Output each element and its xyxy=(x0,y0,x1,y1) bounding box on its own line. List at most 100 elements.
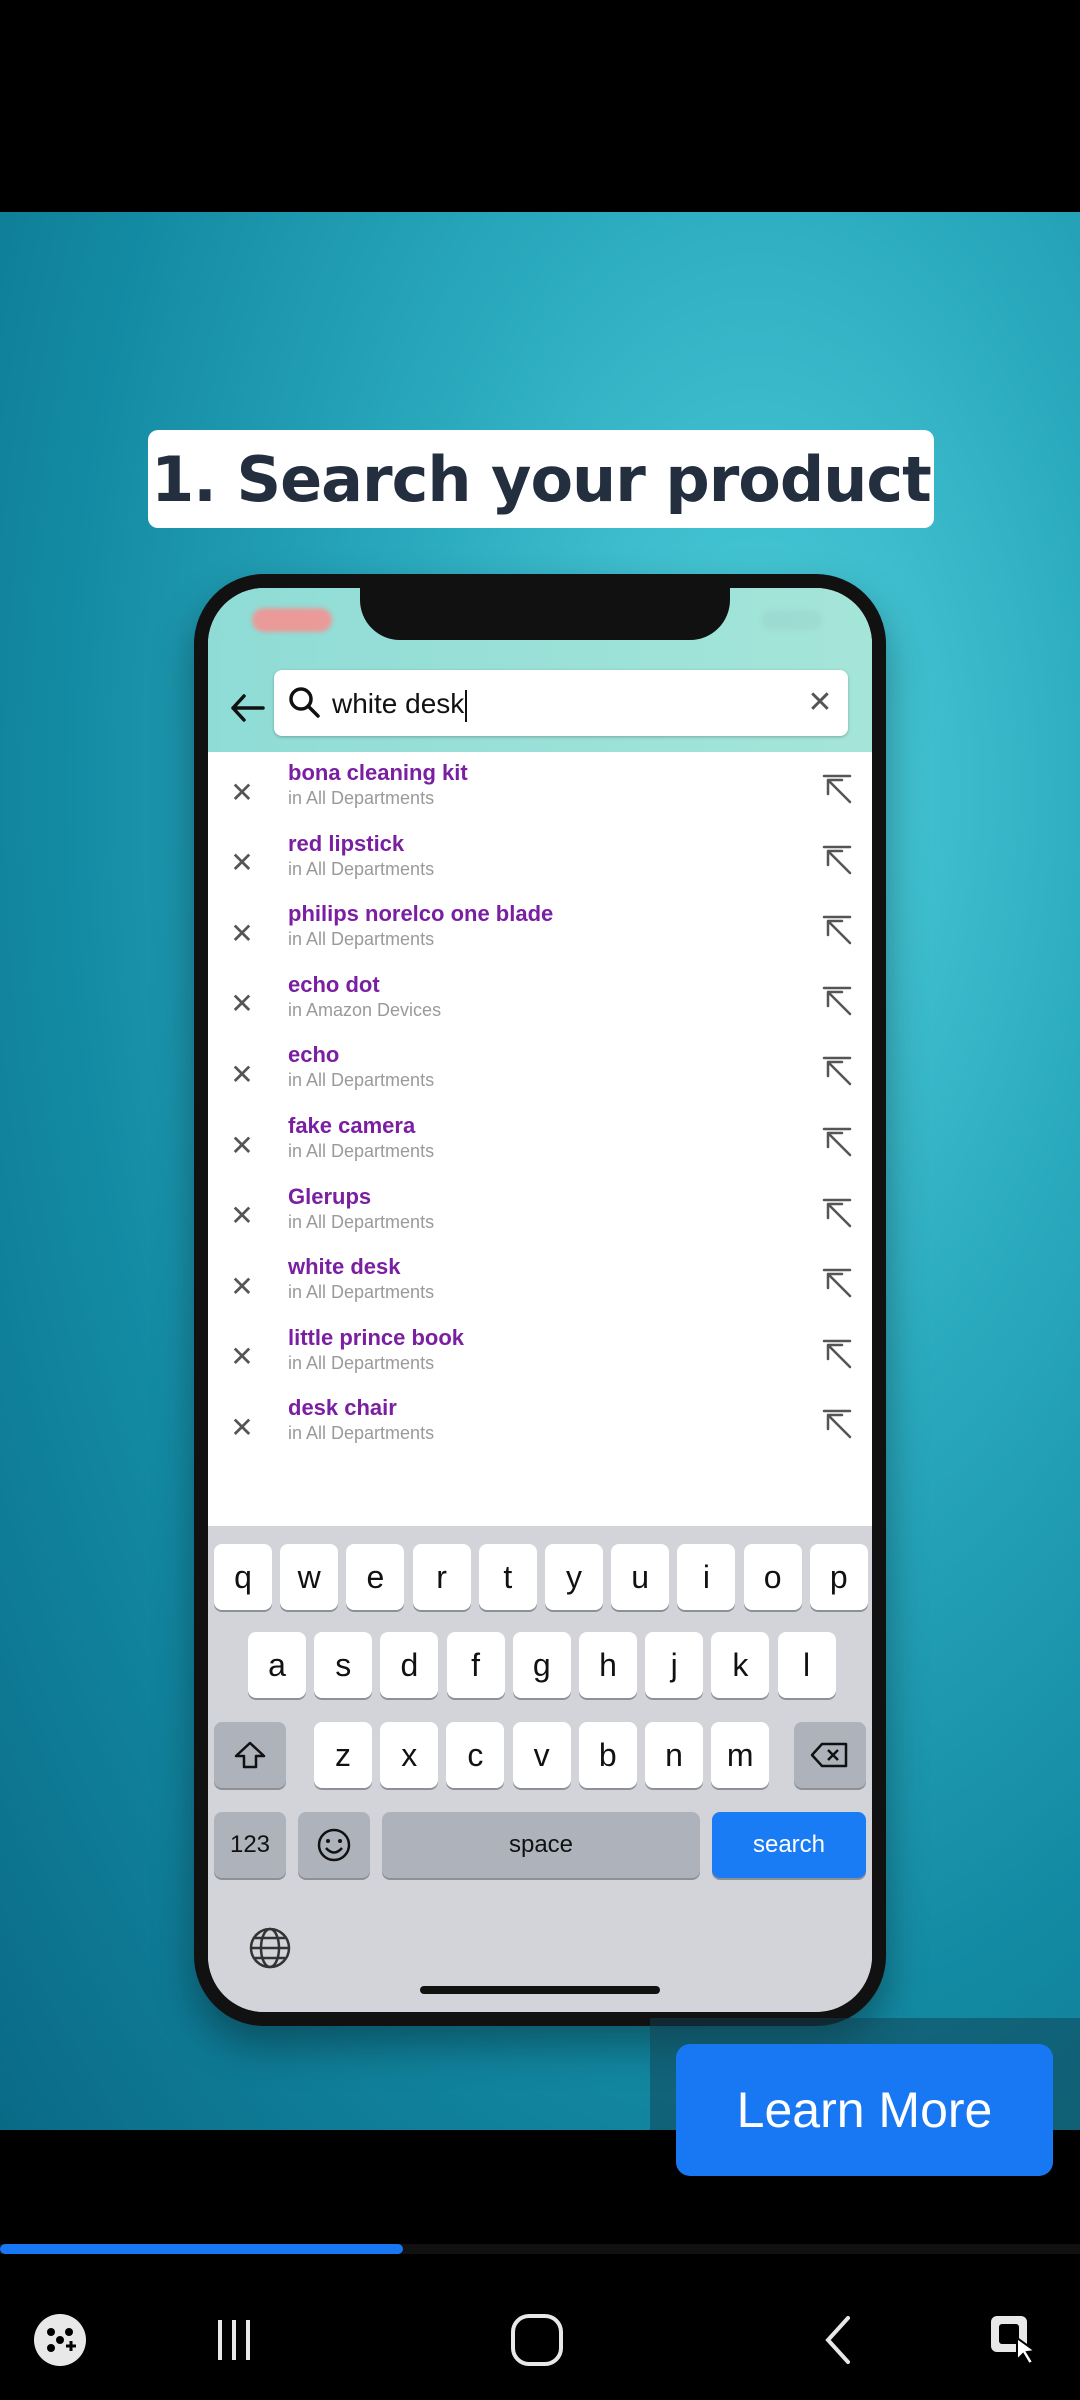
phone-screen: white desk ✕ ✕ bona cleaning kit in All De… xyxy=(208,588,872,2012)
key-t[interactable]: t xyxy=(478,1544,537,1610)
remove-suggestion-icon[interactable]: ✕ xyxy=(222,1054,262,1094)
suggestion-department: in All Departments xyxy=(288,1423,435,1444)
suggestion-title: echo dot xyxy=(288,971,380,997)
key-x[interactable]: x xyxy=(380,1722,439,1788)
key-w[interactable]: w xyxy=(280,1544,339,1610)
globe-icon[interactable] xyxy=(246,1924,294,1972)
remove-suggestion-icon[interactable]: ✕ xyxy=(222,843,262,883)
suggestion-item[interactable]: ✕ Glerups in All Departments xyxy=(208,1184,872,1254)
video-progress-bar[interactable] xyxy=(0,2244,1080,2254)
key-o[interactable]: o xyxy=(743,1544,802,1610)
key-f[interactable]: f xyxy=(446,1632,505,1698)
key-i[interactable]: i xyxy=(677,1544,736,1610)
suggestion-title: desk chair xyxy=(288,1395,397,1421)
shift-key[interactable] xyxy=(214,1722,286,1788)
key-n[interactable]: n xyxy=(645,1722,703,1788)
numbers-key[interactable]: 123 xyxy=(214,1812,286,1878)
key-c[interactable]: c xyxy=(446,1722,505,1788)
phone-mockup: white desk ✕ ✕ bona cleaning kit in All De… xyxy=(194,574,886,2026)
fill-query-arrow-icon[interactable] xyxy=(820,913,856,949)
key-j[interactable]: j xyxy=(645,1632,704,1698)
remove-suggestion-icon[interactable]: ✕ xyxy=(222,913,262,953)
remove-suggestion-icon[interactable]: ✕ xyxy=(222,772,262,812)
clear-icon[interactable]: ✕ xyxy=(802,684,838,720)
space-key[interactable]: space xyxy=(382,1812,700,1878)
fill-query-arrow-icon[interactable] xyxy=(820,843,856,879)
search-query: white desk xyxy=(332,688,468,722)
remove-suggestion-icon[interactable]: ✕ xyxy=(222,984,262,1024)
back-arrow-icon[interactable] xyxy=(220,680,276,736)
suggestion-title: fake camera xyxy=(288,1113,416,1138)
suggestion-department: in Amazon Devices xyxy=(288,999,442,1020)
key-b[interactable]: b xyxy=(578,1722,637,1788)
suggestion-item[interactable]: ✕ philips norelco one blade in All Departm… xyxy=(208,901,872,971)
fill-query-arrow-icon[interactable] xyxy=(820,1266,856,1302)
search-icon xyxy=(289,687,320,718)
key-d[interactable]: d xyxy=(380,1632,439,1698)
headline-box: 1. Search your product xyxy=(148,430,934,528)
key-p[interactable]: p xyxy=(809,1544,868,1610)
suggestion-item[interactable]: ✕ echo dot in Amazon Devices xyxy=(208,972,872,1042)
key-g[interactable]: g xyxy=(512,1632,571,1698)
ad-video-frame: 1. Search your product white desk ✕ ✕ bon… xyxy=(0,212,1080,2130)
backspace-icon xyxy=(810,1742,848,1768)
fill-query-arrow-icon[interactable] xyxy=(820,1125,856,1161)
fill-query-arrow-icon[interactable] xyxy=(820,1407,856,1443)
remove-suggestion-icon[interactable]: ✕ xyxy=(222,1266,262,1306)
fill-query-arrow-icon[interactable] xyxy=(820,1054,856,1090)
suggestion-item[interactable]: ✕ bona cleaning kit in All Departments xyxy=(208,760,872,830)
key-q[interactable]: q xyxy=(214,1544,272,1610)
key-m[interactable]: m xyxy=(711,1722,770,1788)
key-k[interactable]: k xyxy=(711,1632,770,1698)
suggestion-item[interactable]: ✕ echo in All Departments xyxy=(208,1042,872,1112)
suggestion-title: bona cleaning kit xyxy=(288,760,468,785)
back-icon[interactable] xyxy=(800,2300,880,2380)
backspace-key[interactable] xyxy=(794,1722,866,1788)
emoji-key[interactable] xyxy=(298,1812,370,1878)
suggestion-title: philips norelco one blade xyxy=(288,901,554,927)
system-navigation-bar xyxy=(0,2280,1080,2400)
key-s[interactable]: s xyxy=(314,1632,373,1698)
fill-query-arrow-icon[interactable] xyxy=(820,1196,856,1232)
suggestion-department: in All Departments xyxy=(288,1352,435,1373)
status-indicator xyxy=(252,608,332,632)
screen-lock-icon[interactable] xyxy=(975,2300,1055,2380)
key-e[interactable]: e xyxy=(346,1544,405,1610)
suggestion-title: echo xyxy=(288,1042,340,1068)
key-y[interactable]: y xyxy=(545,1544,603,1610)
learn-more-button[interactable]: Learn More xyxy=(676,2044,1053,2176)
remove-suggestion-icon[interactable]: ✕ xyxy=(222,1407,262,1447)
search-key[interactable]: search xyxy=(712,1812,866,1878)
suggestion-department: in All Departments xyxy=(288,1211,435,1232)
fill-query-arrow-icon[interactable] xyxy=(820,772,856,808)
suggestion-title: Glerups xyxy=(288,1183,372,1209)
suggestion-item[interactable]: ✕ white desk in All Departments xyxy=(208,1254,872,1324)
suggestion-department: in All Departments xyxy=(288,1282,435,1303)
home-icon[interactable] xyxy=(497,2300,577,2380)
remove-suggestion-icon[interactable]: ✕ xyxy=(222,1337,262,1377)
search-input[interactable]: white desk ✕ xyxy=(274,670,848,736)
key-l[interactable]: l xyxy=(777,1632,836,1698)
recent-apps-icon[interactable] xyxy=(194,2300,274,2380)
suggestion-list: ✕ bona cleaning kit in All Departments ✕ red… xyxy=(208,752,872,1526)
suggestion-title: white desk xyxy=(288,1254,401,1280)
key-a[interactable]: a xyxy=(248,1632,306,1698)
key-v[interactable]: v xyxy=(512,1722,571,1788)
video-progress-fill xyxy=(0,2244,403,2254)
key-z[interactable]: z xyxy=(314,1722,372,1788)
suggestion-title: little prince book xyxy=(288,1324,465,1350)
key-r[interactable]: r xyxy=(412,1544,471,1610)
key-u[interactable]: u xyxy=(611,1544,670,1610)
status-icons xyxy=(762,610,822,630)
suggestion-item[interactable]: ✕ desk chair in All Departments xyxy=(208,1395,872,1465)
suggestion-item[interactable]: ✕ little prince book in All Departments xyxy=(208,1325,872,1395)
key-h[interactable]: h xyxy=(579,1632,637,1698)
suggestion-item[interactable]: ✕ fake camera in All Departments xyxy=(208,1113,872,1183)
game-launcher-icon[interactable] xyxy=(20,2300,100,2380)
fill-query-arrow-icon[interactable] xyxy=(820,1337,856,1373)
suggestion-item[interactable]: ✕ red lipstick in All Departments xyxy=(208,831,872,901)
remove-suggestion-icon[interactable]: ✕ xyxy=(222,1196,262,1236)
remove-suggestion-icon[interactable]: ✕ xyxy=(222,1125,262,1165)
fill-query-arrow-icon[interactable] xyxy=(820,984,856,1020)
suggestion-department: in All Departments xyxy=(288,1070,435,1091)
